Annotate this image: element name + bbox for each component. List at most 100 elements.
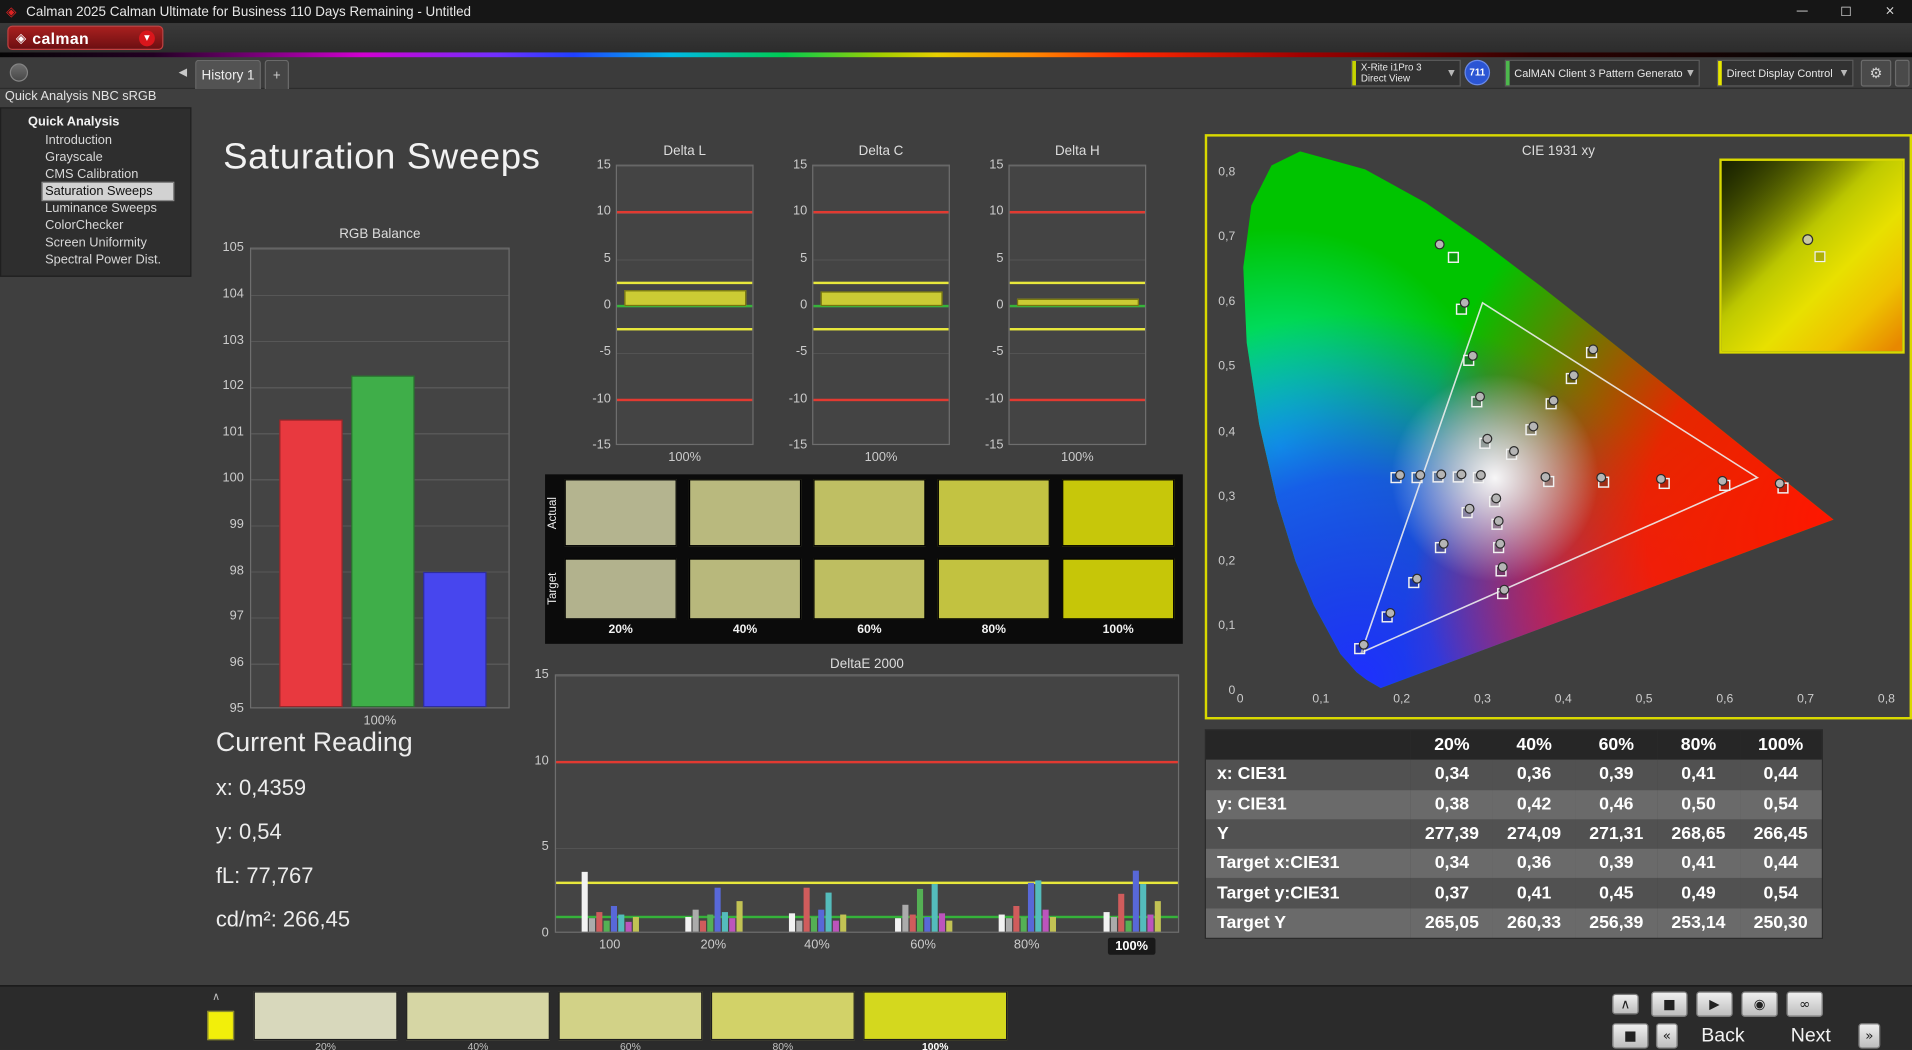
calman-menu-dropdown-icon: ▼ bbox=[139, 29, 155, 46]
red-reference-line bbox=[1009, 398, 1146, 401]
pattern-generator-dropdown[interactable]: CalMAN Client 3 Pattern Generator ▼ bbox=[1504, 59, 1700, 87]
calman-logo-text: calman bbox=[32, 28, 90, 47]
table-header-cell: 100% bbox=[1739, 730, 1822, 761]
table-cell: 265,05 bbox=[1410, 908, 1494, 938]
sidebar-collapse-icon[interactable]: ◀ bbox=[173, 63, 193, 83]
measurement-marker bbox=[1497, 562, 1508, 573]
delta_h-xlabel: 100% bbox=[1060, 449, 1094, 465]
target-swatch-60% bbox=[813, 558, 926, 620]
maximize-button[interactable]: □ bbox=[1824, 0, 1868, 23]
deltae-bar bbox=[902, 904, 909, 932]
rgb-bar-blue bbox=[423, 571, 487, 708]
deltae-group-label: 100 bbox=[599, 937, 621, 953]
level-swatch-label: 20% bbox=[315, 1040, 336, 1050]
current-reading: Current Reading x: 0,4359 y: 0,54 fL: 77… bbox=[216, 727, 413, 951]
panel-options-button[interactable] bbox=[1894, 59, 1910, 87]
red-reference-line bbox=[617, 398, 753, 401]
stop-button[interactable]: ■ bbox=[1651, 991, 1688, 1017]
sidebar-item-screen-uniformity[interactable]: Screen Uniformity bbox=[1, 234, 190, 251]
y-tick-label: -5 bbox=[599, 344, 611, 359]
tree-group-label[interactable]: Quick Analysis bbox=[1, 113, 190, 131]
yellow-reference-line bbox=[813, 328, 949, 331]
y-tick-label: 102 bbox=[222, 378, 244, 394]
settings-button[interactable]: ⚙ bbox=[1860, 59, 1892, 87]
minimize-button[interactable]: — bbox=[1780, 0, 1824, 23]
yellow-reference-line bbox=[813, 281, 949, 284]
measurement-marker bbox=[1415, 470, 1426, 481]
deltae-group-label: 40% bbox=[804, 937, 830, 953]
actual-swatch-60% bbox=[813, 479, 926, 547]
back-button[interactable]: Back bbox=[1683, 1023, 1763, 1049]
table-cell: 0,54 bbox=[1739, 878, 1822, 909]
sidebar-item-cms-calibration[interactable]: CMS Calibration bbox=[1, 166, 190, 183]
back-chevrons-button[interactable]: « bbox=[1655, 1023, 1678, 1049]
table-row-label: Target Y bbox=[1205, 908, 1411, 938]
y-tick-label: 10 bbox=[792, 204, 808, 219]
add-tab-button[interactable]: + bbox=[264, 59, 289, 90]
measurement-marker bbox=[1656, 473, 1667, 484]
saturation-swatch-panel: Actual Target 20% 40% 60% 80% 100% bbox=[545, 474, 1183, 644]
measurement-marker bbox=[1528, 421, 1539, 432]
sidebar-item-spectral-power-dist-[interactable]: Spectral Power Dist. bbox=[1, 251, 190, 268]
deltae-bar bbox=[825, 892, 832, 932]
level-swatch-100%[interactable] bbox=[863, 991, 1008, 1041]
level-swatch-80%[interactable] bbox=[710, 991, 855, 1041]
chevron-down-icon: ▼ bbox=[1448, 68, 1455, 79]
stop-icon: ■ bbox=[1663, 996, 1676, 1013]
row-label-actual: Actual bbox=[546, 496, 560, 529]
measurement-marker bbox=[1459, 297, 1470, 308]
level-swatch-60%[interactable] bbox=[558, 991, 703, 1041]
y-tick-label: 95 bbox=[229, 701, 244, 716]
sidebar-item-luminance-sweeps[interactable]: Luminance Sweeps bbox=[1, 200, 190, 217]
calman-menu-button[interactable]: ◈ calman ▼ bbox=[7, 25, 164, 50]
table-cell: 0,41 bbox=[1657, 848, 1740, 879]
y-tick-label: 97 bbox=[229, 608, 244, 624]
history-nav-button[interactable] bbox=[9, 63, 29, 82]
play-button[interactable]: ▶ bbox=[1696, 991, 1733, 1017]
measure-button[interactable]: ◉ bbox=[1741, 991, 1778, 1017]
table-row-label: Target x:CIE31 bbox=[1205, 848, 1411, 879]
display-control-dropdown[interactable]: Direct Display Control ▼ bbox=[1716, 59, 1854, 87]
y-tick-label: 99 bbox=[229, 516, 244, 532]
continuous-measure-button[interactable]: ∞ bbox=[1786, 991, 1823, 1017]
panel-collapse-button[interactable]: ∧ bbox=[1612, 993, 1639, 1015]
deltae-bar bbox=[1154, 901, 1161, 932]
level-swatch-20%[interactable] bbox=[253, 991, 398, 1041]
target-swatch-40% bbox=[688, 558, 802, 620]
y-tick-label: 105 bbox=[222, 240, 244, 255]
meter-dropdown[interactable]: X-Rite i1Pro 3 Direct View ▼ bbox=[1351, 59, 1461, 87]
measurement-marker bbox=[1540, 471, 1551, 482]
deltae-bar bbox=[625, 921, 632, 932]
table-cell: 277,39 bbox=[1410, 819, 1494, 849]
chevron-up-icon[interactable]: ∧ bbox=[212, 991, 220, 1003]
sidebar-item-saturation-sweeps[interactable]: Saturation Sweeps bbox=[41, 181, 175, 202]
level-swatch-40%[interactable] bbox=[406, 991, 550, 1041]
y-tick-label: 0 bbox=[603, 297, 611, 313]
next-button[interactable]: Next bbox=[1771, 1023, 1851, 1049]
tab-history-1[interactable]: History 1 bbox=[195, 59, 261, 90]
red-reference-line bbox=[617, 211, 753, 214]
y-tick-label: -10 bbox=[592, 391, 611, 406]
measurement-marker bbox=[1588, 344, 1599, 355]
table-cell: 0,34 bbox=[1410, 760, 1494, 790]
measurement-marker bbox=[1491, 493, 1502, 504]
pattern-window-button[interactable]: ■ bbox=[1612, 1023, 1649, 1049]
active-patch-swatch[interactable] bbox=[207, 1010, 235, 1041]
deltae-bar bbox=[1013, 906, 1020, 932]
y-tick-label: -15 bbox=[985, 437, 1004, 453]
gear-icon: ⚙ bbox=[1869, 64, 1883, 82]
deltae-bar bbox=[610, 906, 618, 932]
sidebar-item-colorchecker[interactable]: ColorChecker bbox=[1, 217, 190, 234]
meter-status-badge[interactable]: 711 bbox=[1464, 59, 1491, 86]
next-chevrons-button[interactable]: » bbox=[1858, 1023, 1881, 1049]
target-marker bbox=[1447, 251, 1460, 263]
inset-target-marker bbox=[1814, 251, 1826, 263]
sidebar-item-grayscale[interactable]: Grayscale bbox=[1, 149, 190, 166]
deltae-bar bbox=[788, 913, 796, 932]
table-cell: 0,42 bbox=[1493, 789, 1576, 820]
sidebar-item-introduction[interactable]: Introduction bbox=[1, 132, 190, 149]
y-tick-label: -10 bbox=[985, 391, 1004, 406]
close-button[interactable]: × bbox=[1868, 0, 1912, 23]
table-cell: 0,54 bbox=[1739, 789, 1822, 820]
cie-zoom-inset[interactable] bbox=[1719, 158, 1905, 354]
